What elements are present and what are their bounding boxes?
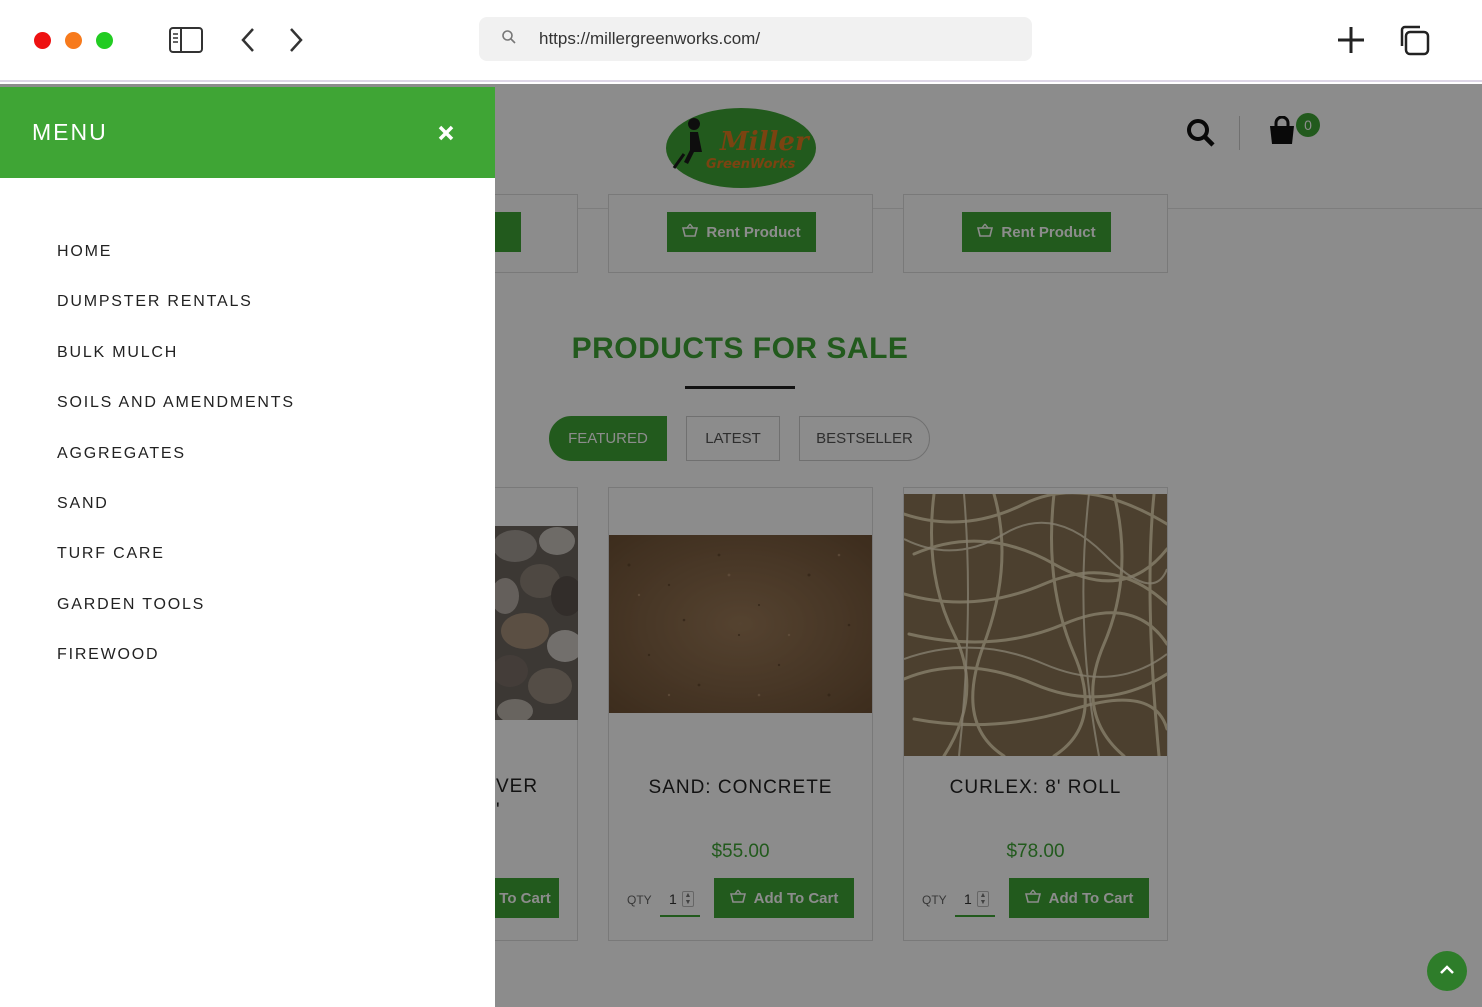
new-tab-icon[interactable] [1331,22,1371,58]
side-menu: MENU HOME DUMPSTER RENTALS BULK MULCH SO… [0,87,495,1007]
minimize-window-button[interactable] [65,32,82,49]
maximize-window-button[interactable] [96,32,113,49]
menu-item-firewood[interactable]: FIREWOOD [57,646,295,696]
menu-title: MENU [32,119,108,145]
sidebar-icon[interactable] [166,22,206,58]
close-icon[interactable] [434,121,458,145]
url-text[interactable]: https://millergreenworks.com/ [539,29,760,49]
chevron-up-icon [1439,962,1455,980]
side-menu-header: MENU [0,87,495,178]
menu-item-sand[interactable]: SAND [57,495,295,545]
menu-list: HOME DUMPSTER RENTALS BULK MULCH SOILS A… [57,243,295,697]
scroll-to-top-button[interactable] [1427,951,1467,991]
menu-item-dumpster-rentals[interactable]: DUMPSTER RENTALS [57,293,295,343]
tabs-icon[interactable] [1394,22,1434,58]
menu-item-home[interactable]: HOME [57,243,295,293]
menu-item-bulk-mulch[interactable]: BULK MULCH [57,344,295,394]
forward-icon[interactable] [276,22,316,58]
menu-item-turf-care[interactable]: TURF CARE [57,545,295,595]
address-bar[interactable]: https://millergreenworks.com/ [479,17,1032,61]
menu-item-garden-tools[interactable]: GARDEN TOOLS [57,596,295,646]
menu-item-soils-and-amendments[interactable]: SOILS AND AMENDMENTS [57,394,295,444]
close-window-button[interactable] [34,32,51,49]
search-icon [501,29,517,50]
back-icon[interactable] [228,22,268,58]
menu-item-aggregates[interactable]: AGGREGATES [57,445,295,495]
browser-toolbar: https://millergreenworks.com/ [0,0,1482,82]
